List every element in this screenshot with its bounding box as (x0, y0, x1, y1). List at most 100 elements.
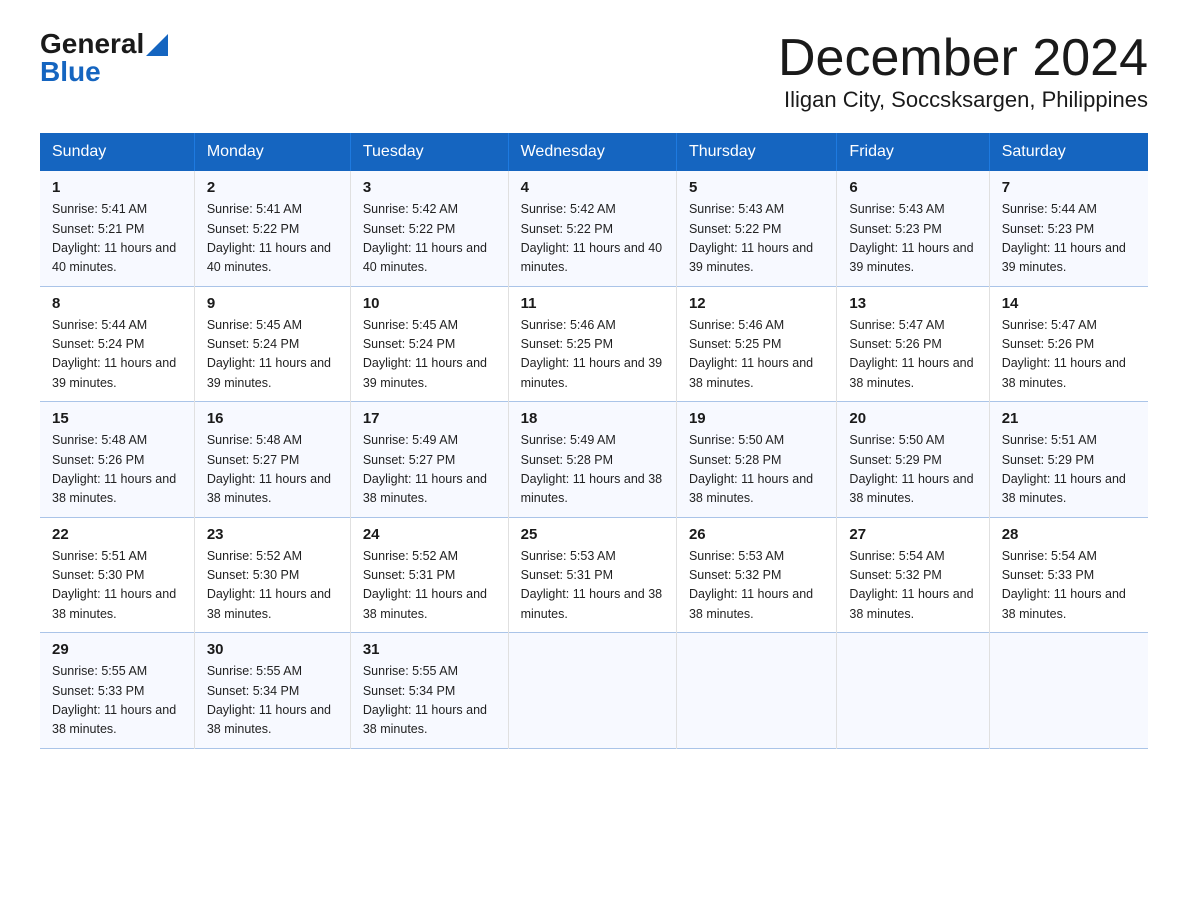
day-number: 29 (52, 641, 182, 658)
day-number: 22 (52, 526, 182, 543)
day-info: Sunrise: 5:46 AMSunset: 5:25 PMDaylight:… (689, 318, 813, 390)
day-info: Sunrise: 5:42 AMSunset: 5:22 PMDaylight:… (363, 202, 487, 274)
calendar-cell: 11 Sunrise: 5:46 AMSunset: 5:25 PMDaylig… (508, 286, 676, 402)
day-info: Sunrise: 5:50 AMSunset: 5:28 PMDaylight:… (689, 433, 813, 505)
calendar-cell: 1 Sunrise: 5:41 AMSunset: 5:21 PMDayligh… (40, 171, 194, 286)
calendar-cell: 27 Sunrise: 5:54 AMSunset: 5:32 PMDaylig… (837, 517, 989, 633)
calendar-cell (676, 633, 836, 749)
day-info: Sunrise: 5:52 AMSunset: 5:31 PMDaylight:… (363, 549, 487, 621)
day-info: Sunrise: 5:50 AMSunset: 5:29 PMDaylight:… (849, 433, 973, 505)
day-info: Sunrise: 5:44 AMSunset: 5:23 PMDaylight:… (1002, 202, 1126, 274)
day-info: Sunrise: 5:45 AMSunset: 5:24 PMDaylight:… (207, 318, 331, 390)
calendar-title: December 2024 (778, 30, 1148, 87)
day-number: 6 (849, 179, 976, 196)
page-header: General Blue December 2024 Iligan City, … (40, 30, 1148, 113)
day-info: Sunrise: 5:48 AMSunset: 5:26 PMDaylight:… (52, 433, 176, 505)
day-info: Sunrise: 5:41 AMSunset: 5:21 PMDaylight:… (52, 202, 176, 274)
day-header-row: SundayMondayTuesdayWednesdayThursdayFrid… (40, 133, 1148, 171)
calendar-cell: 24 Sunrise: 5:52 AMSunset: 5:31 PMDaylig… (350, 517, 508, 633)
day-number: 27 (849, 526, 976, 543)
week-row-1: 1 Sunrise: 5:41 AMSunset: 5:21 PMDayligh… (40, 171, 1148, 286)
day-info: Sunrise: 5:42 AMSunset: 5:22 PMDaylight:… (521, 202, 663, 274)
day-info: Sunrise: 5:54 AMSunset: 5:32 PMDaylight:… (849, 549, 973, 621)
day-number: 15 (52, 410, 182, 427)
calendar-cell: 22 Sunrise: 5:51 AMSunset: 5:30 PMDaylig… (40, 517, 194, 633)
calendar-cell: 2 Sunrise: 5:41 AMSunset: 5:22 PMDayligh… (194, 171, 350, 286)
day-info: Sunrise: 5:43 AMSunset: 5:22 PMDaylight:… (689, 202, 813, 274)
day-header-monday: Monday (194, 133, 350, 171)
calendar-cell: 9 Sunrise: 5:45 AMSunset: 5:24 PMDayligh… (194, 286, 350, 402)
day-info: Sunrise: 5:47 AMSunset: 5:26 PMDaylight:… (1002, 318, 1126, 390)
day-number: 13 (849, 295, 976, 312)
day-info: Sunrise: 5:44 AMSunset: 5:24 PMDaylight:… (52, 318, 176, 390)
day-number: 28 (1002, 526, 1136, 543)
calendar-cell: 23 Sunrise: 5:52 AMSunset: 5:30 PMDaylig… (194, 517, 350, 633)
day-number: 16 (207, 410, 338, 427)
calendar-cell: 13 Sunrise: 5:47 AMSunset: 5:26 PMDaylig… (837, 286, 989, 402)
day-info: Sunrise: 5:51 AMSunset: 5:30 PMDaylight:… (52, 549, 176, 621)
week-row-5: 29 Sunrise: 5:55 AMSunset: 5:33 PMDaylig… (40, 633, 1148, 749)
calendar-cell: 12 Sunrise: 5:46 AMSunset: 5:25 PMDaylig… (676, 286, 836, 402)
calendar-cell: 20 Sunrise: 5:50 AMSunset: 5:29 PMDaylig… (837, 402, 989, 518)
day-number: 14 (1002, 295, 1136, 312)
day-header-sunday: Sunday (40, 133, 194, 171)
day-info: Sunrise: 5:53 AMSunset: 5:31 PMDaylight:… (521, 549, 663, 621)
calendar-cell: 16 Sunrise: 5:48 AMSunset: 5:27 PMDaylig… (194, 402, 350, 518)
day-number: 17 (363, 410, 496, 427)
day-number: 4 (521, 179, 664, 196)
calendar-cell: 7 Sunrise: 5:44 AMSunset: 5:23 PMDayligh… (989, 171, 1148, 286)
day-number: 20 (849, 410, 976, 427)
day-info: Sunrise: 5:55 AMSunset: 5:34 PMDaylight:… (363, 664, 487, 736)
day-number: 26 (689, 526, 824, 543)
logo-blue: Blue (40, 56, 101, 87)
calendar-cell: 29 Sunrise: 5:55 AMSunset: 5:33 PMDaylig… (40, 633, 194, 749)
calendar-cell: 14 Sunrise: 5:47 AMSunset: 5:26 PMDaylig… (989, 286, 1148, 402)
day-number: 1 (52, 179, 182, 196)
day-info: Sunrise: 5:45 AMSunset: 5:24 PMDaylight:… (363, 318, 487, 390)
week-row-3: 15 Sunrise: 5:48 AMSunset: 5:26 PMDaylig… (40, 402, 1148, 518)
calendar-cell (508, 633, 676, 749)
day-number: 30 (207, 641, 338, 658)
day-info: Sunrise: 5:49 AMSunset: 5:28 PMDaylight:… (521, 433, 663, 505)
day-number: 21 (1002, 410, 1136, 427)
day-number: 7 (1002, 179, 1136, 196)
week-row-2: 8 Sunrise: 5:44 AMSunset: 5:24 PMDayligh… (40, 286, 1148, 402)
day-info: Sunrise: 5:48 AMSunset: 5:27 PMDaylight:… (207, 433, 331, 505)
day-info: Sunrise: 5:49 AMSunset: 5:27 PMDaylight:… (363, 433, 487, 505)
logo-triangle-icon (146, 34, 168, 56)
calendar-cell: 4 Sunrise: 5:42 AMSunset: 5:22 PMDayligh… (508, 171, 676, 286)
calendar-cell: 28 Sunrise: 5:54 AMSunset: 5:33 PMDaylig… (989, 517, 1148, 633)
calendar-cell: 3 Sunrise: 5:42 AMSunset: 5:22 PMDayligh… (350, 171, 508, 286)
day-number: 18 (521, 410, 664, 427)
logo: General Blue (40, 30, 168, 86)
calendar-cell: 31 Sunrise: 5:55 AMSunset: 5:34 PMDaylig… (350, 633, 508, 749)
day-header-saturday: Saturday (989, 133, 1148, 171)
day-header-thursday: Thursday (676, 133, 836, 171)
day-info: Sunrise: 5:41 AMSunset: 5:22 PMDaylight:… (207, 202, 331, 274)
calendar-cell: 25 Sunrise: 5:53 AMSunset: 5:31 PMDaylig… (508, 517, 676, 633)
calendar-cell: 30 Sunrise: 5:55 AMSunset: 5:34 PMDaylig… (194, 633, 350, 749)
day-info: Sunrise: 5:54 AMSunset: 5:33 PMDaylight:… (1002, 549, 1126, 621)
day-number: 31 (363, 641, 496, 658)
day-header-tuesday: Tuesday (350, 133, 508, 171)
calendar-cell: 18 Sunrise: 5:49 AMSunset: 5:28 PMDaylig… (508, 402, 676, 518)
day-number: 24 (363, 526, 496, 543)
day-number: 10 (363, 295, 496, 312)
calendar-table: SundayMondayTuesdayWednesdayThursdayFrid… (40, 133, 1148, 749)
calendar-cell (837, 633, 989, 749)
day-number: 12 (689, 295, 824, 312)
week-row-4: 22 Sunrise: 5:51 AMSunset: 5:30 PMDaylig… (40, 517, 1148, 633)
day-info: Sunrise: 5:52 AMSunset: 5:30 PMDaylight:… (207, 549, 331, 621)
title-block: December 2024 Iligan City, Soccsksargen,… (778, 30, 1148, 113)
calendar-cell: 6 Sunrise: 5:43 AMSunset: 5:23 PMDayligh… (837, 171, 989, 286)
calendar-cell: 15 Sunrise: 5:48 AMSunset: 5:26 PMDaylig… (40, 402, 194, 518)
day-info: Sunrise: 5:47 AMSunset: 5:26 PMDaylight:… (849, 318, 973, 390)
calendar-cell: 10 Sunrise: 5:45 AMSunset: 5:24 PMDaylig… (350, 286, 508, 402)
logo-general: General (40, 30, 144, 58)
day-info: Sunrise: 5:55 AMSunset: 5:34 PMDaylight:… (207, 664, 331, 736)
calendar-cell (989, 633, 1148, 749)
day-number: 5 (689, 179, 824, 196)
day-header-wednesday: Wednesday (508, 133, 676, 171)
day-number: 2 (207, 179, 338, 196)
calendar-cell: 26 Sunrise: 5:53 AMSunset: 5:32 PMDaylig… (676, 517, 836, 633)
